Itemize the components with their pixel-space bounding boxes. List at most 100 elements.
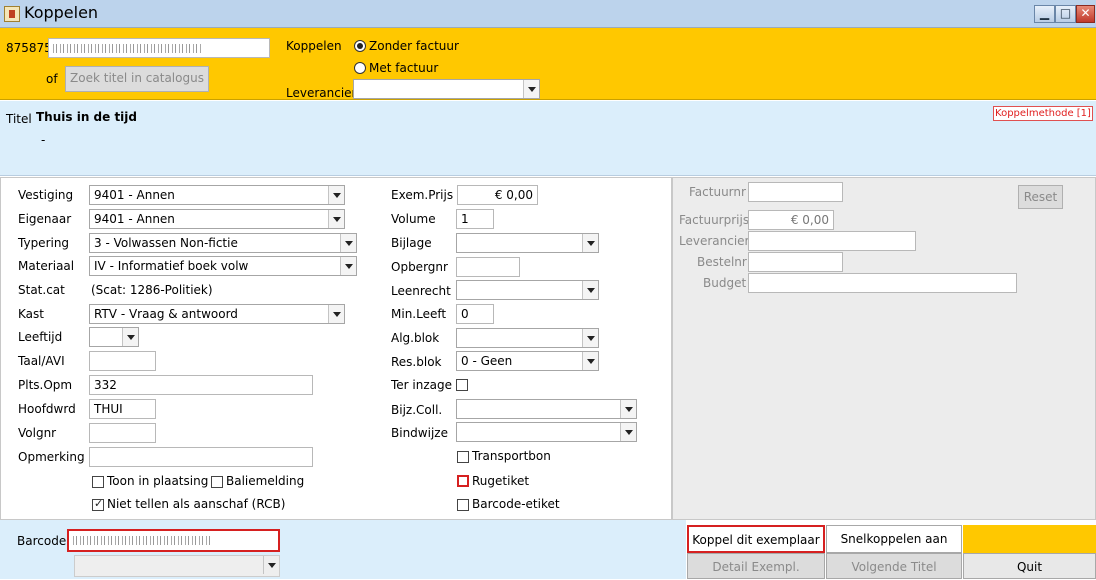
budget-label: Budget bbox=[703, 276, 747, 290]
hoofdwrd-label: Hoofdwrd bbox=[18, 402, 76, 416]
budget-input[interactable] bbox=[748, 273, 1017, 293]
volume-label: Volume bbox=[391, 212, 436, 226]
barcode-label: Barcode bbox=[17, 534, 67, 548]
vestiging-label: Vestiging bbox=[18, 188, 74, 202]
action-buttons: Koppel dit exemplaar Snelkoppelen aan De… bbox=[686, 520, 1096, 579]
barcode-select[interactable] bbox=[74, 555, 280, 577]
statcat-label: Stat.cat bbox=[18, 283, 65, 297]
snelkoppelen-button[interactable]: Snelkoppelen aan bbox=[826, 525, 962, 553]
leeftijd-select[interactable] bbox=[89, 327, 139, 347]
terinzage-checkbox[interactable] bbox=[456, 379, 468, 391]
opmerking-input[interactable] bbox=[89, 447, 313, 467]
factuurnr-input[interactable] bbox=[748, 182, 843, 202]
niet-tellen-checkbox[interactable] bbox=[92, 497, 104, 511]
leverancier-label: Leverancier bbox=[286, 86, 357, 100]
quit-button[interactable]: Quit bbox=[963, 553, 1096, 579]
titel-sub: - bbox=[41, 133, 46, 147]
barcode-panel: Barcode bbox=[0, 520, 686, 579]
rugetiket-checkbox[interactable] bbox=[457, 475, 469, 487]
chevron-down-icon bbox=[523, 80, 539, 98]
pltsopm-input[interactable]: 332 bbox=[89, 375, 313, 395]
leenrecht-label: Leenrecht bbox=[391, 284, 451, 298]
taalavi-input[interactable] bbox=[89, 351, 156, 371]
minleeft-input[interactable]: 0 bbox=[456, 304, 494, 324]
chevron-down-icon bbox=[582, 352, 598, 370]
resblok-value: 0 - Geen bbox=[461, 354, 513, 368]
exemprijs-input[interactable]: € 0,00 bbox=[457, 185, 538, 205]
leverancier-select[interactable] bbox=[353, 79, 540, 99]
isbn-input[interactable] bbox=[48, 38, 270, 58]
minleeft-label: Min.Leeft bbox=[391, 307, 447, 321]
materiaal-value: IV - Informatief boek volw bbox=[94, 259, 249, 273]
koppelmethode-badge[interactable]: Koppelmethode [1] bbox=[993, 106, 1093, 121]
chevron-down-icon bbox=[582, 234, 598, 252]
factuurnr-label: Factuurnr bbox=[689, 185, 746, 199]
koppel-dit-exemplaar-button[interactable]: Koppel dit exemplaar bbox=[687, 525, 825, 553]
chevron-down-icon bbox=[582, 329, 598, 347]
rp-leverancier-label: Leverancier bbox=[679, 234, 750, 248]
exemprijs-label: Exem.Prijs bbox=[391, 188, 454, 202]
resblok-label: Res.blok bbox=[391, 355, 442, 369]
reset-button[interactable]: Reset bbox=[1018, 185, 1063, 209]
radio-zonder-label: Zonder factuur bbox=[369, 39, 459, 53]
zoek-titel-button[interactable]: Zoek titel in catalogus bbox=[65, 66, 209, 92]
bestelnr-input[interactable] bbox=[748, 252, 843, 272]
materiaal-select[interactable]: IV - Informatief boek volw bbox=[89, 256, 357, 276]
typering-select[interactable]: 3 - Volwassen Non-fictie bbox=[89, 233, 357, 253]
volgende-titel-button[interactable]: Volgende Titel bbox=[826, 553, 962, 579]
detail-exempl-button[interactable]: Detail Exempl. bbox=[687, 553, 825, 579]
eigenaar-select[interactable]: 9401 - Annen bbox=[89, 209, 345, 229]
chevron-down-icon bbox=[582, 281, 598, 299]
rp-leverancier-input[interactable] bbox=[748, 231, 916, 251]
minimize-button[interactable]: ▁ bbox=[1034, 5, 1055, 23]
bindwijze-select[interactable] bbox=[456, 422, 637, 442]
chevron-down-icon bbox=[122, 328, 138, 346]
eigenaar-label: Eigenaar bbox=[18, 212, 72, 226]
barcode-etiket-label: Barcode-etiket bbox=[472, 497, 560, 511]
algblok-select[interactable] bbox=[456, 328, 599, 348]
exemplaar-form: Vestiging 9401 - Annen Eigenaar 9401 - A… bbox=[0, 177, 672, 520]
bijlage-label: Bijlage bbox=[391, 236, 432, 250]
taalavi-label: Taal/AVI bbox=[18, 354, 65, 368]
volgnr-label: Volgnr bbox=[18, 426, 57, 440]
bestelnr-label: Bestelnr bbox=[697, 255, 747, 269]
toon-in-plaatsing-checkbox[interactable] bbox=[92, 476, 104, 488]
radio-met-label: Met factuur bbox=[369, 61, 439, 75]
terinzage-label: Ter inzage bbox=[391, 378, 453, 392]
transportbon-checkbox[interactable] bbox=[457, 451, 469, 463]
statcat-value: (Scat: 1286-Politiek) bbox=[91, 283, 213, 297]
vestiging-select[interactable]: 9401 - Annen bbox=[89, 185, 345, 205]
bijzcoll-select[interactable] bbox=[456, 399, 637, 419]
kast-label: Kast bbox=[18, 307, 44, 321]
bijzcoll-label: Bijz.Coll. bbox=[391, 403, 443, 417]
leenrecht-select[interactable] bbox=[456, 280, 599, 300]
barcode-input[interactable] bbox=[67, 529, 280, 552]
maximize-button[interactable]: □ bbox=[1055, 5, 1076, 23]
baliemelding-checkbox[interactable] bbox=[211, 476, 223, 488]
header-panel: 875875 of Zoek titel in catalogus Koppel… bbox=[0, 28, 1096, 100]
typering-value: 3 - Volwassen Non-fictie bbox=[94, 236, 238, 250]
toon-in-plaatsing-label: Toon in plaatsing bbox=[107, 474, 209, 488]
kast-select[interactable]: RTV - Vraag & antwoord bbox=[89, 304, 345, 324]
opbergnr-input[interactable] bbox=[456, 257, 520, 277]
chevron-down-icon bbox=[328, 305, 344, 323]
bijlage-select[interactable] bbox=[456, 233, 599, 253]
factuurprijs-input[interactable]: € 0,00 bbox=[748, 210, 834, 230]
radio-met-factuur[interactable] bbox=[354, 62, 366, 74]
factuurprijs-label: Factuurprijs bbox=[679, 213, 750, 227]
hoofdwrd-input[interactable]: THUI bbox=[89, 399, 156, 419]
eigenaar-value: 9401 - Annen bbox=[94, 212, 175, 226]
volume-input[interactable]: 1 bbox=[456, 209, 494, 229]
typering-label: Typering bbox=[18, 236, 70, 250]
barcode-etiket-checkbox[interactable] bbox=[457, 499, 469, 511]
close-button[interactable]: ✕ bbox=[1076, 5, 1095, 23]
chevron-down-icon bbox=[620, 423, 636, 441]
resblok-select[interactable]: 0 - Geen bbox=[456, 351, 599, 371]
factuur-panel: Factuurnr Reset Factuurprijs € 0,00 Leve… bbox=[672, 177, 1096, 520]
radio-zonder-factuur[interactable] bbox=[354, 40, 366, 52]
chevron-down-icon bbox=[263, 556, 279, 574]
volgnr-input[interactable] bbox=[89, 423, 156, 443]
window-titlebar: Koppelen ▁ □ ✕ bbox=[0, 0, 1096, 28]
algblok-label: Alg.blok bbox=[391, 331, 440, 345]
kast-value: RTV - Vraag & antwoord bbox=[94, 307, 238, 321]
